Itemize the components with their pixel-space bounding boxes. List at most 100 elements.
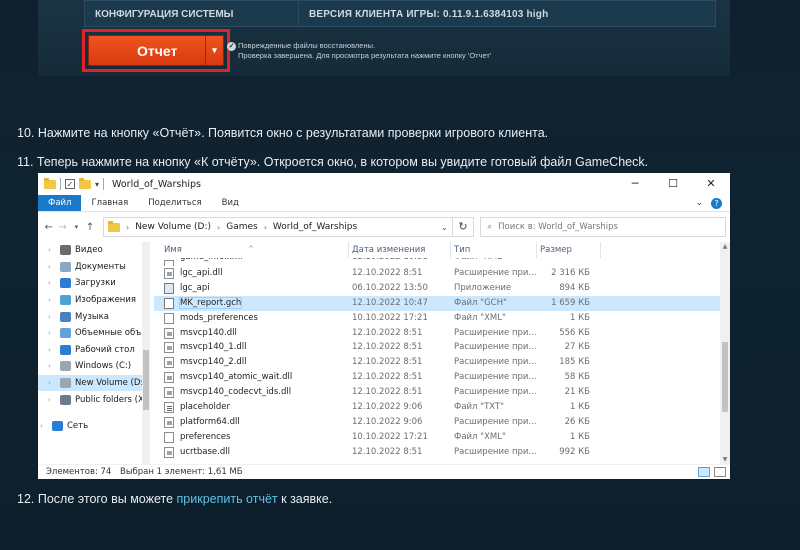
file-row[interactable]: preferences 10.10.2022 17:21 Файл "XML" 1 К… (154, 430, 720, 445)
file-row[interactable]: MK_report.gch 12.10.2022 10:47 Файл "GCH" 1… (154, 295, 720, 311)
file-row[interactable]: msvcp140_codecvt_ids.dll 12.10.2022 8:51 Р… (154, 385, 720, 400)
forward-arrow-icon[interactable]: → (56, 222, 70, 233)
file-row[interactable]: msvcp140.dll 12.10.2022 8:51 Расширение пр… (154, 326, 720, 341)
file-size: 1 КБ (570, 312, 590, 323)
expand-chevron-icon[interactable]: › (48, 313, 56, 321)
file-list: ^ Имя Дата изменения Тип Размер game_inf… (154, 242, 720, 464)
nav-item[interactable]: › Документы (38, 259, 150, 276)
nav-item[interactable]: › Windows (C:) (38, 358, 150, 375)
nav-item[interactable]: › Загрузки (38, 275, 150, 292)
file-type: Расширение при... (454, 357, 537, 368)
column-divider[interactable] (348, 242, 349, 258)
txt-file-icon (164, 402, 174, 414)
file-row[interactable]: game_info.xml 12.10.2022 10:51 Файл "XML" (154, 258, 720, 266)
file-name: msvcp140.dll (180, 327, 237, 338)
breadcrumb-games[interactable]: Games (226, 222, 257, 232)
file-date: 06.10.2022 13:50 (352, 282, 428, 293)
step-10-text: 10. Нажмите на кнопку «Отчёт». Появится … (17, 126, 549, 140)
file-row[interactable]: msvcp140_atomic_wait.dll 12.10.2022 8:51 Р… (154, 370, 720, 385)
customize-toolbar-icon[interactable]: ▾ (95, 180, 99, 189)
scroll-up-icon[interactable]: ▲ (720, 243, 730, 250)
expand-chevron-icon[interactable]: › (48, 396, 56, 404)
tab-share[interactable]: Поделиться (138, 195, 211, 211)
nav-item[interactable]: › Объемные объ (38, 325, 150, 342)
nav-item[interactable]: › Сеть (38, 418, 150, 435)
expand-chevron-icon[interactable]: › (48, 279, 56, 287)
file-name: MK_report.gch (178, 296, 243, 309)
nav-item[interactable]: › Public folders (X (38, 391, 150, 408)
gch-file-icon (164, 297, 174, 309)
status-bar: Элементов: 74 Выбран 1 элемент: 1,61 МБ (38, 464, 730, 479)
report-button[interactable]: Отчет ▾ (88, 35, 224, 66)
file-row[interactable]: mods_preferences 10.10.2022 17:21 Файл "XM… (154, 311, 720, 326)
up-arrow-icon[interactable]: ↑ (83, 222, 97, 233)
tab-view[interactable]: Вид (212, 195, 249, 211)
file-row[interactable]: msvcp140_1.dll 12.10.2022 8:51 Расширение … (154, 340, 720, 355)
address-bar[interactable]: › New Volume (D:) › Games › World_of_War… (103, 217, 453, 237)
minimize-icon[interactable]: ─ (616, 173, 654, 195)
file-name: mods_preferences (180, 312, 258, 323)
attach-report-link[interactable]: прикрепить отчёт (177, 492, 278, 506)
search-input[interactable]: ⌕ Поиск в: World_of_Warships (480, 217, 726, 237)
file-row[interactable]: placeholder 12.10.2022 9:06 Файл "TXT" 1 КБ (154, 400, 720, 415)
recent-locations-icon[interactable]: ▾ (70, 223, 84, 231)
file-date: 12.10.2022 8:51 (352, 342, 423, 353)
column-type[interactable]: Тип (454, 245, 470, 255)
column-size[interactable]: Размер (540, 245, 572, 255)
expand-chevron-icon[interactable]: › (48, 362, 56, 370)
navigation-scrollbar[interactable] (142, 242, 150, 464)
back-arrow-icon[interactable]: ← (42, 222, 56, 233)
file-row[interactable]: lgc_api.dll 12.10.2022 8:51 Расширение при… (154, 266, 720, 281)
close-icon[interactable]: ✕ (692, 173, 730, 195)
scrollbar-thumb[interactable] (143, 350, 149, 410)
nav-item-label: Музыка (75, 311, 109, 322)
column-headers: ^ Имя Дата изменения Тип Размер (154, 242, 720, 258)
breadcrumb-world-of-warships[interactable]: World_of_Warships (273, 222, 357, 232)
column-date[interactable]: Дата изменения (352, 245, 425, 255)
file-rows: game_info.xml 12.10.2022 10:51 Файл "XML" l… (154, 258, 720, 460)
help-icon[interactable]: ? (711, 198, 722, 209)
properties-icon[interactable]: ✓ (65, 179, 75, 189)
nav-item[interactable]: › New Volume (D: (38, 374, 150, 392)
expand-chevron-icon[interactable]: › (48, 296, 56, 304)
pictures-icon (60, 295, 71, 306)
file-row[interactable]: ucrtbase.dll 12.10.2022 8:51 Расширение пр… (154, 445, 720, 460)
network-icon (52, 421, 63, 432)
file-row[interactable]: lgc_api 06.10.2022 13:50 Приложение 894 КБ (154, 281, 720, 296)
nav-item[interactable]: › Музыка (38, 308, 150, 325)
large-icons-view-icon[interactable] (714, 467, 726, 477)
file-row[interactable]: platform64.dll 12.10.2022 9:06 Расширение … (154, 415, 720, 430)
expand-ribbon-icon[interactable]: ⌄ (695, 198, 703, 209)
expand-chevron-icon[interactable]: › (40, 422, 48, 430)
expand-chevron-icon[interactable]: › (48, 329, 56, 337)
nav-item[interactable]: › Видео (38, 242, 150, 259)
expand-chevron-icon[interactable]: › (48, 246, 56, 254)
scroll-down-icon[interactable]: ▼ (720, 456, 730, 463)
expand-chevron-icon[interactable]: › (48, 263, 56, 271)
column-divider[interactable] (536, 242, 537, 258)
new-folder-icon[interactable] (79, 177, 91, 189)
details-view-icon[interactable] (698, 467, 710, 477)
expand-chevron-icon[interactable]: › (48, 379, 56, 387)
file-name: msvcp140_codecvt_ids.dll (180, 387, 292, 398)
refresh-icon[interactable]: ↻ (452, 217, 475, 237)
tab-file[interactable]: Файл (38, 195, 82, 211)
tab-home[interactable]: Главная (81, 195, 138, 211)
file-date: 12.10.2022 8:51 (352, 446, 423, 457)
file-type: Файл "XML" (454, 431, 506, 442)
chevron-down-icon[interactable]: ▾ (205, 36, 223, 65)
nav-item[interactable]: › Изображения (38, 292, 150, 309)
column-divider[interactable] (450, 242, 451, 258)
nav-item[interactable]: › Рабочий стол (38, 342, 150, 359)
column-divider[interactable] (600, 242, 601, 258)
chevron-down-icon[interactable]: ⌄ (441, 223, 448, 232)
file-list-scrollbar[interactable]: ▲ ▼ (720, 242, 730, 464)
column-name[interactable]: Имя (164, 245, 182, 255)
file-row[interactable]: msvcp140_2.dll 12.10.2022 8:51 Расширение … (154, 355, 720, 370)
breadcrumb-volume[interactable]: New Volume (D:) (135, 222, 211, 232)
maximize-icon[interactable]: ☐ (654, 173, 692, 195)
system-config-box: КОНФИГУРАЦИЯ СИСТЕМЫ (84, 0, 328, 27)
scrollbar-thumb[interactable] (722, 342, 728, 412)
status-line-2: Проверка завершена. Для просмотра резуль… (238, 51, 492, 60)
expand-chevron-icon[interactable]: › (48, 346, 56, 354)
